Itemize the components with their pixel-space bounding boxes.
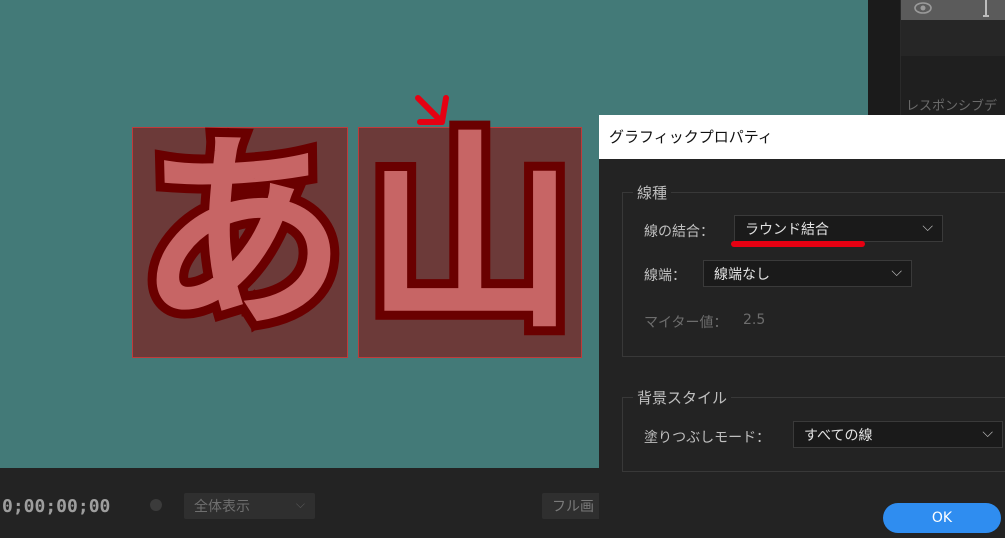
miter-limit-value[interactable]: 2.5 [743,312,765,328]
line-join-label: 線の結合： [644,224,714,240]
glyph-yama: 山 [356,112,584,357]
glyph-box-right: 山 [356,112,584,358]
chevron-down-icon: ⌵ [295,497,305,511]
glyph-a: あ [128,112,356,357]
zoom-level-value: 全体表示 [194,499,250,515]
marker-dot-icon[interactable] [150,499,162,511]
stroke-type-legend: 線種 [633,182,672,203]
fill-mode-label: 塗りつぶしモード： [644,430,771,446]
ok-button[interactable]: OK [883,503,1001,533]
graphic-properties-dialog: グラフィックプロパティ 線種 線の結合： ラウンド結合 ⌵ 線端： 線端なし ⌵… [599,115,1005,538]
dialog-title: グラフィックプロパティ [599,115,1005,159]
chevron-down-icon: ⌵ [922,219,933,235]
background-style-legend: 背景スタイル [633,387,732,408]
red-underline-annotation [731,241,865,247]
line-join-value: ラウンド結合 [745,222,829,238]
fill-mode-select[interactable]: すべての線 ⌵ [793,421,1003,448]
zoom-level-select[interactable]: 全体表示 ⌵ [184,493,315,519]
line-cap-select[interactable]: 線端なし ⌵ [703,260,912,287]
chevron-down-icon: ⌵ [891,264,902,280]
miter-limit-label: マイター値： [644,315,728,331]
timecode-display[interactable]: 0;00;00;00 [2,496,110,517]
chevron-down-icon: ⌵ [982,425,993,441]
essential-graphics-panel: レスポンシブデ [868,0,1005,115]
glyph-box-left: あ [128,112,356,358]
line-join-select[interactable]: ラウンド結合 ⌵ [734,215,943,242]
line-cap-label: 線端： [644,268,686,284]
layer-row-empty [901,20,1005,56]
fill-mode-value: すべての線 [804,428,873,444]
glyph-gap [348,127,358,358]
panel-scroll-strip [868,0,901,115]
red-arrow-icon [415,95,449,125]
line-cap-value: 線端なし [714,267,770,283]
responsive-design-label: レスポンシブデ [906,99,998,114]
eye-icon[interactable] [913,1,933,19]
